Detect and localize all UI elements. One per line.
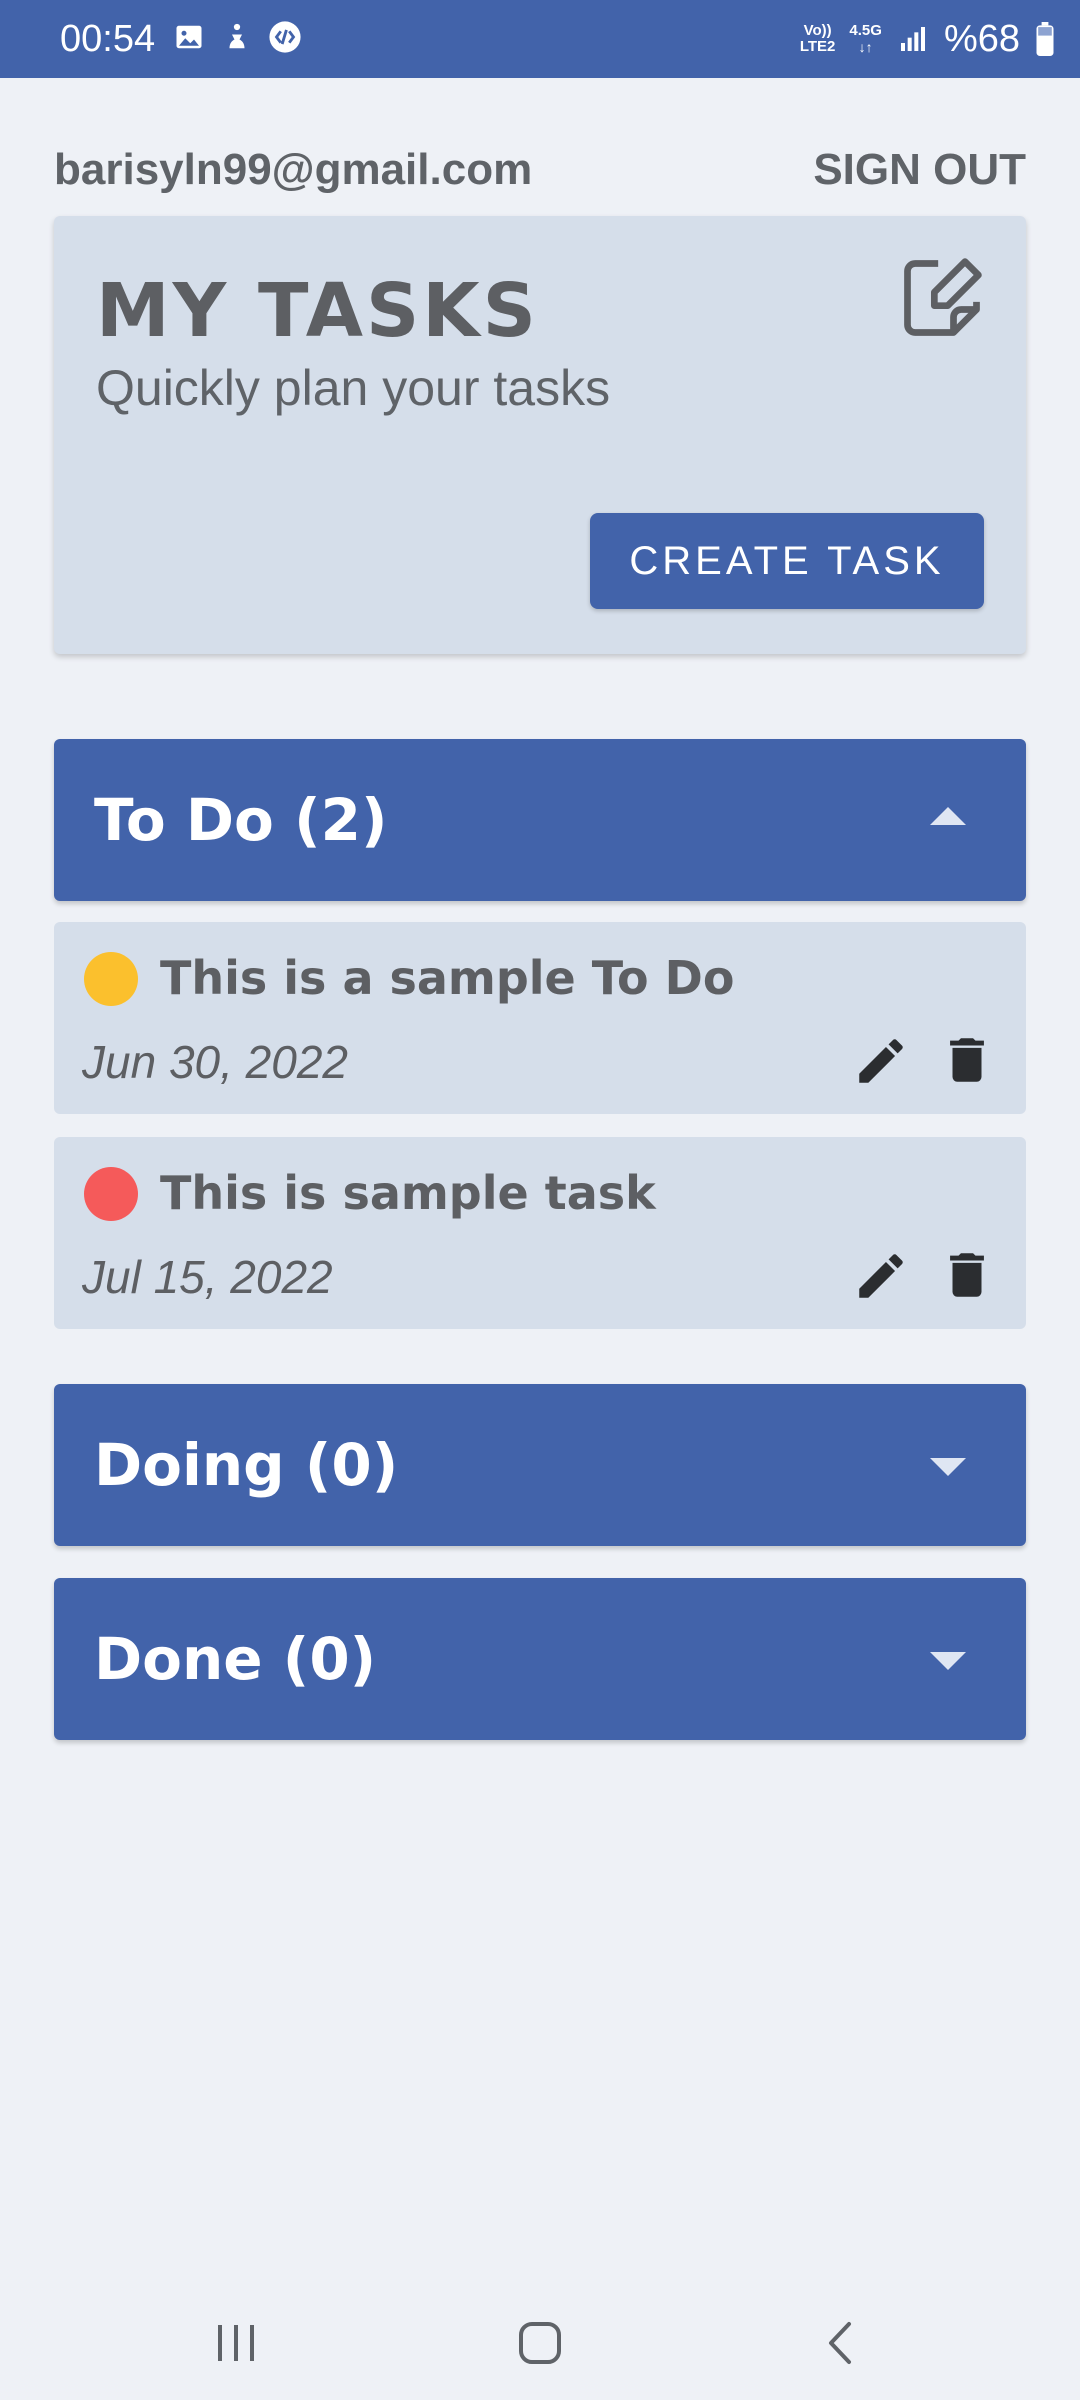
- sign-out-button[interactable]: SIGN OUT: [813, 140, 1026, 200]
- task-date: Jun 30, 2022: [82, 1036, 349, 1088]
- task-date: Jul 15, 2022: [82, 1251, 333, 1303]
- edit-note-icon: [896, 252, 988, 344]
- status-bar: 00:54 Vo)) LTE2 4.5G ↓↑ %68: [0, 0, 1080, 78]
- battery-percent: %68: [943, 18, 1020, 60]
- delete-icon[interactable]: [938, 1245, 996, 1305]
- section-doing-header[interactable]: Doing (0): [54, 1384, 1026, 1546]
- section-todo-header[interactable]: To Do (2): [54, 739, 1026, 901]
- home-icon[interactable]: [500, 2310, 580, 2376]
- battery-icon: [1034, 22, 1056, 56]
- recent-apps-icon[interactable]: [196, 2310, 276, 2376]
- network-lte-label: LTE2: [799, 38, 836, 55]
- task-title: This is a sample To Do: [160, 951, 735, 1005]
- shazam-icon: [268, 20, 302, 54]
- section-todo-title: To Do (2): [94, 786, 388, 854]
- section-done-title: Done (0): [94, 1625, 377, 1693]
- status-right-icons: Vo)) LTE2 4.5G ↓↑ %68: [800, 16, 1056, 62]
- network-gen: 4.5G ↓↑: [849, 22, 882, 56]
- page-subtitle: Quickly plan your tasks: [96, 360, 611, 416]
- user-email: barisyln99@gmail.com: [54, 145, 533, 194]
- account-row: barisyln99@gmail.com SIGN OUT: [54, 140, 1026, 200]
- gallery-icon: [172, 20, 206, 54]
- status-time: 00:54: [60, 18, 156, 60]
- network-volte-label: Vo)): [803, 22, 832, 39]
- task-item[interactable]: This is sample task Jul 15, 2022: [54, 1137, 1026, 1329]
- chevron-down-icon: [930, 1458, 966, 1476]
- task-title: This is sample task: [160, 1166, 656, 1220]
- accessibility-icon: [220, 20, 254, 54]
- chevron-up-icon: [930, 807, 966, 825]
- priority-dot: [84, 952, 138, 1006]
- system-nav-bar: [0, 2280, 1080, 2400]
- page-title: MY TASKS: [96, 268, 539, 354]
- create-task-button[interactable]: CREATE TASK: [590, 513, 984, 609]
- signal-icon: [896, 22, 930, 56]
- priority-dot: [84, 1167, 138, 1221]
- chevron-down-icon: [930, 1652, 966, 1670]
- edit-icon[interactable]: [852, 1247, 910, 1305]
- status-left-icons: [172, 20, 302, 54]
- delete-icon[interactable]: [938, 1030, 996, 1090]
- network-indicator: Vo)) LTE2: [800, 23, 836, 55]
- header-card: MY TASKS Quickly plan your tasks CREATE …: [54, 216, 1026, 654]
- section-doing-title: Doing (0): [94, 1431, 399, 1499]
- section-done-header[interactable]: Done (0): [54, 1578, 1026, 1740]
- edit-icon[interactable]: [852, 1032, 910, 1090]
- back-icon[interactable]: [800, 2310, 880, 2376]
- network-gen-label: 4.5G: [849, 22, 882, 39]
- task-item[interactable]: This is a sample To Do Jun 30, 2022: [54, 922, 1026, 1114]
